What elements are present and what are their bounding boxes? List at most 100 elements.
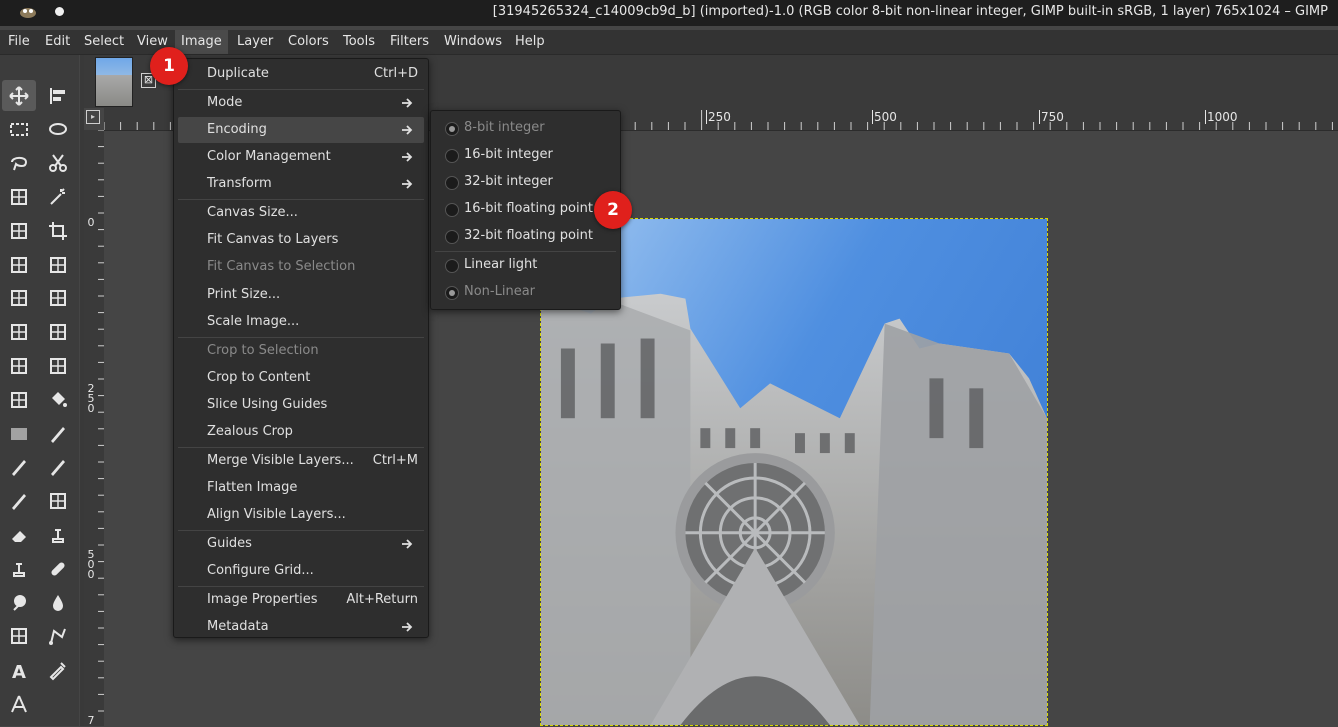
menu-item-mode[interactable]: Mode	[178, 90, 424, 116]
step-badge-1: 1	[150, 47, 188, 85]
rotate-icon[interactable]	[41, 249, 75, 280]
smudge-icon[interactable]	[2, 587, 36, 618]
menu-file[interactable]: File	[2, 30, 36, 54]
eraser-icon[interactable]	[2, 519, 36, 550]
menu-item-fit-canvas-to-layers[interactable]: Fit Canvas to Layers	[178, 227, 424, 253]
submenu-arrow-icon	[400, 531, 416, 557]
clone-icon[interactable]	[41, 519, 75, 550]
measure-icon[interactable]	[2, 688, 36, 719]
ink-icon[interactable]	[41, 452, 75, 483]
radio-icon	[445, 176, 459, 190]
text-icon[interactable]: A	[2, 655, 36, 686]
pencil-icon[interactable]	[2, 452, 36, 483]
menu-tools[interactable]: Tools	[337, 30, 381, 54]
encoding-option-32-bit-floating-point[interactable]: 32-bit floating point	[435, 223, 616, 249]
menu-item-label: Color Management	[207, 149, 331, 165]
submenu-arrow-icon	[400, 90, 416, 116]
encoding-option-non-linear: Non-Linear	[435, 279, 616, 305]
menu-item-align-visible-layers[interactable]: Align Visible Layers...	[178, 502, 424, 528]
cage-transform-icon[interactable]	[2, 350, 36, 381]
menu-item-label: 16-bit integer	[464, 147, 553, 162]
align-icon[interactable]	[41, 80, 75, 111]
navigate-menu-icon[interactable]: ▸	[86, 110, 100, 124]
scissors-select-icon[interactable]	[41, 148, 75, 179]
menu-select[interactable]: Select	[78, 30, 130, 54]
unified-transform-icon[interactable]	[2, 249, 36, 280]
menu-item-label: Configure Grid...	[207, 563, 314, 579]
menu-item-label: 32-bit integer	[464, 174, 553, 189]
ruler-label: 500	[872, 110, 897, 124]
menu-item-print-size[interactable]: Print Size...	[178, 282, 424, 308]
menu-edit[interactable]: Edit	[39, 30, 76, 54]
menu-item-image-properties[interactable]: Image Properties Alt+Return	[178, 587, 424, 613]
color-picker-icon[interactable]	[41, 655, 75, 686]
crop-icon[interactable]	[41, 215, 75, 246]
menu-item-transform[interactable]: Transform	[178, 171, 424, 197]
paintbrush-icon[interactable]	[41, 418, 75, 449]
dodge-burn-icon[interactable]	[2, 621, 36, 652]
menu-item-flatten-image[interactable]: Flatten Image	[178, 475, 424, 501]
menu-item-configure-grid[interactable]: Configure Grid...	[178, 558, 424, 584]
blur-icon[interactable]	[41, 587, 75, 618]
ruler-label: 1000	[1205, 110, 1238, 124]
mypaint-brush-icon[interactable]	[41, 486, 75, 517]
paths-icon[interactable]	[41, 621, 75, 652]
window-title: [31945265324_c14009cb9d_b] (imported)-1.…	[492, 4, 1328, 19]
ruler-label: 250	[706, 110, 731, 124]
flip-icon[interactable]	[2, 317, 36, 348]
menu-item-label: Align Visible Layers...	[207, 507, 346, 523]
handle-transform-icon[interactable]	[2, 384, 36, 415]
shear-icon[interactable]	[41, 283, 75, 314]
encoding-option-16-bit-integer[interactable]: 16-bit integer	[435, 142, 616, 168]
menu-item-guides[interactable]: Guides	[178, 531, 424, 557]
menu-item-crop-to-content[interactable]: Crop to Content	[178, 365, 424, 391]
menu-item-fit-canvas-to-selection: Fit Canvas to Selection	[178, 254, 424, 280]
menu-item-zealous-crop[interactable]: Zealous Crop	[178, 419, 424, 445]
menu-item-scale-image[interactable]: Scale Image...	[178, 309, 424, 335]
menu-item-label: Flatten Image	[207, 480, 298, 495]
menu-item-label: Duplicate	[207, 66, 269, 81]
menu-item-label: Fit Canvas to Selection	[207, 259, 356, 275]
toolbox: A	[0, 55, 79, 726]
gradient-icon[interactable]	[2, 418, 36, 449]
menu-item-encoding[interactable]: Encoding	[178, 116, 424, 143]
warp-transform-icon[interactable]	[41, 350, 75, 381]
encoding-option-32-bit-integer[interactable]: 32-bit integer	[435, 169, 616, 195]
menu-shortcut: Ctrl+D	[373, 66, 418, 81]
radio-icon	[445, 149, 459, 163]
menu-windows[interactable]: Windows	[438, 30, 508, 54]
scale-icon[interactable]	[2, 283, 36, 314]
menu-item-metadata[interactable]: Metadata	[178, 614, 424, 640]
submenu-arrow-icon	[400, 614, 416, 640]
menu-colors[interactable]: Colors	[282, 30, 335, 54]
foreground-select-icon[interactable]	[2, 181, 36, 212]
ruler-label: 7	[87, 714, 95, 727]
free-select-icon[interactable]	[2, 148, 36, 179]
heal-icon[interactable]	[41, 553, 75, 584]
perspective-clone-icon[interactable]	[2, 553, 36, 584]
menu-image[interactable]: Image	[175, 30, 228, 54]
menu-item-canvas-size[interactable]: Canvas Size...	[178, 200, 424, 226]
perspective-icon[interactable]	[41, 317, 75, 348]
menu-help[interactable]: Help	[509, 30, 551, 54]
menu-shortcut: Alt+Return	[346, 591, 418, 607]
encoding-option-linear-light[interactable]: Linear light	[435, 252, 616, 278]
image-tab-thumbnail[interactable]	[95, 57, 133, 107]
vertical-ruler[interactable]: 0 2 5 0 5 0 0 7	[84, 130, 104, 726]
menu-item-color-management[interactable]: Color Management	[178, 144, 424, 170]
bucket-fill-icon[interactable]	[41, 384, 75, 415]
menu-layer[interactable]: Layer	[231, 30, 279, 54]
menu-item-slice-using-guides[interactable]: Slice Using Guides	[178, 392, 424, 418]
by-color-select-icon[interactable]	[2, 215, 36, 246]
encoding-option-16-bit-floating-point[interactable]: 16-bit floating point	[435, 196, 616, 222]
rect-select-icon[interactable]	[2, 114, 36, 145]
step-badge-2: 2	[594, 191, 632, 229]
menu-item-merge-visible-layers[interactable]: Merge Visible Layers... Ctrl+M	[178, 448, 424, 474]
ellipse-select-icon[interactable]	[41, 114, 75, 145]
menu-item-label: Transform	[207, 176, 272, 192]
fuzzy-select-icon[interactable]	[41, 181, 75, 212]
menu-filters[interactable]: Filters	[384, 30, 435, 54]
airbrush-icon[interactable]	[2, 486, 36, 517]
menu-item-duplicate[interactable]: Duplicate Ctrl+D	[178, 61, 424, 87]
move-icon[interactable]	[2, 80, 36, 111]
